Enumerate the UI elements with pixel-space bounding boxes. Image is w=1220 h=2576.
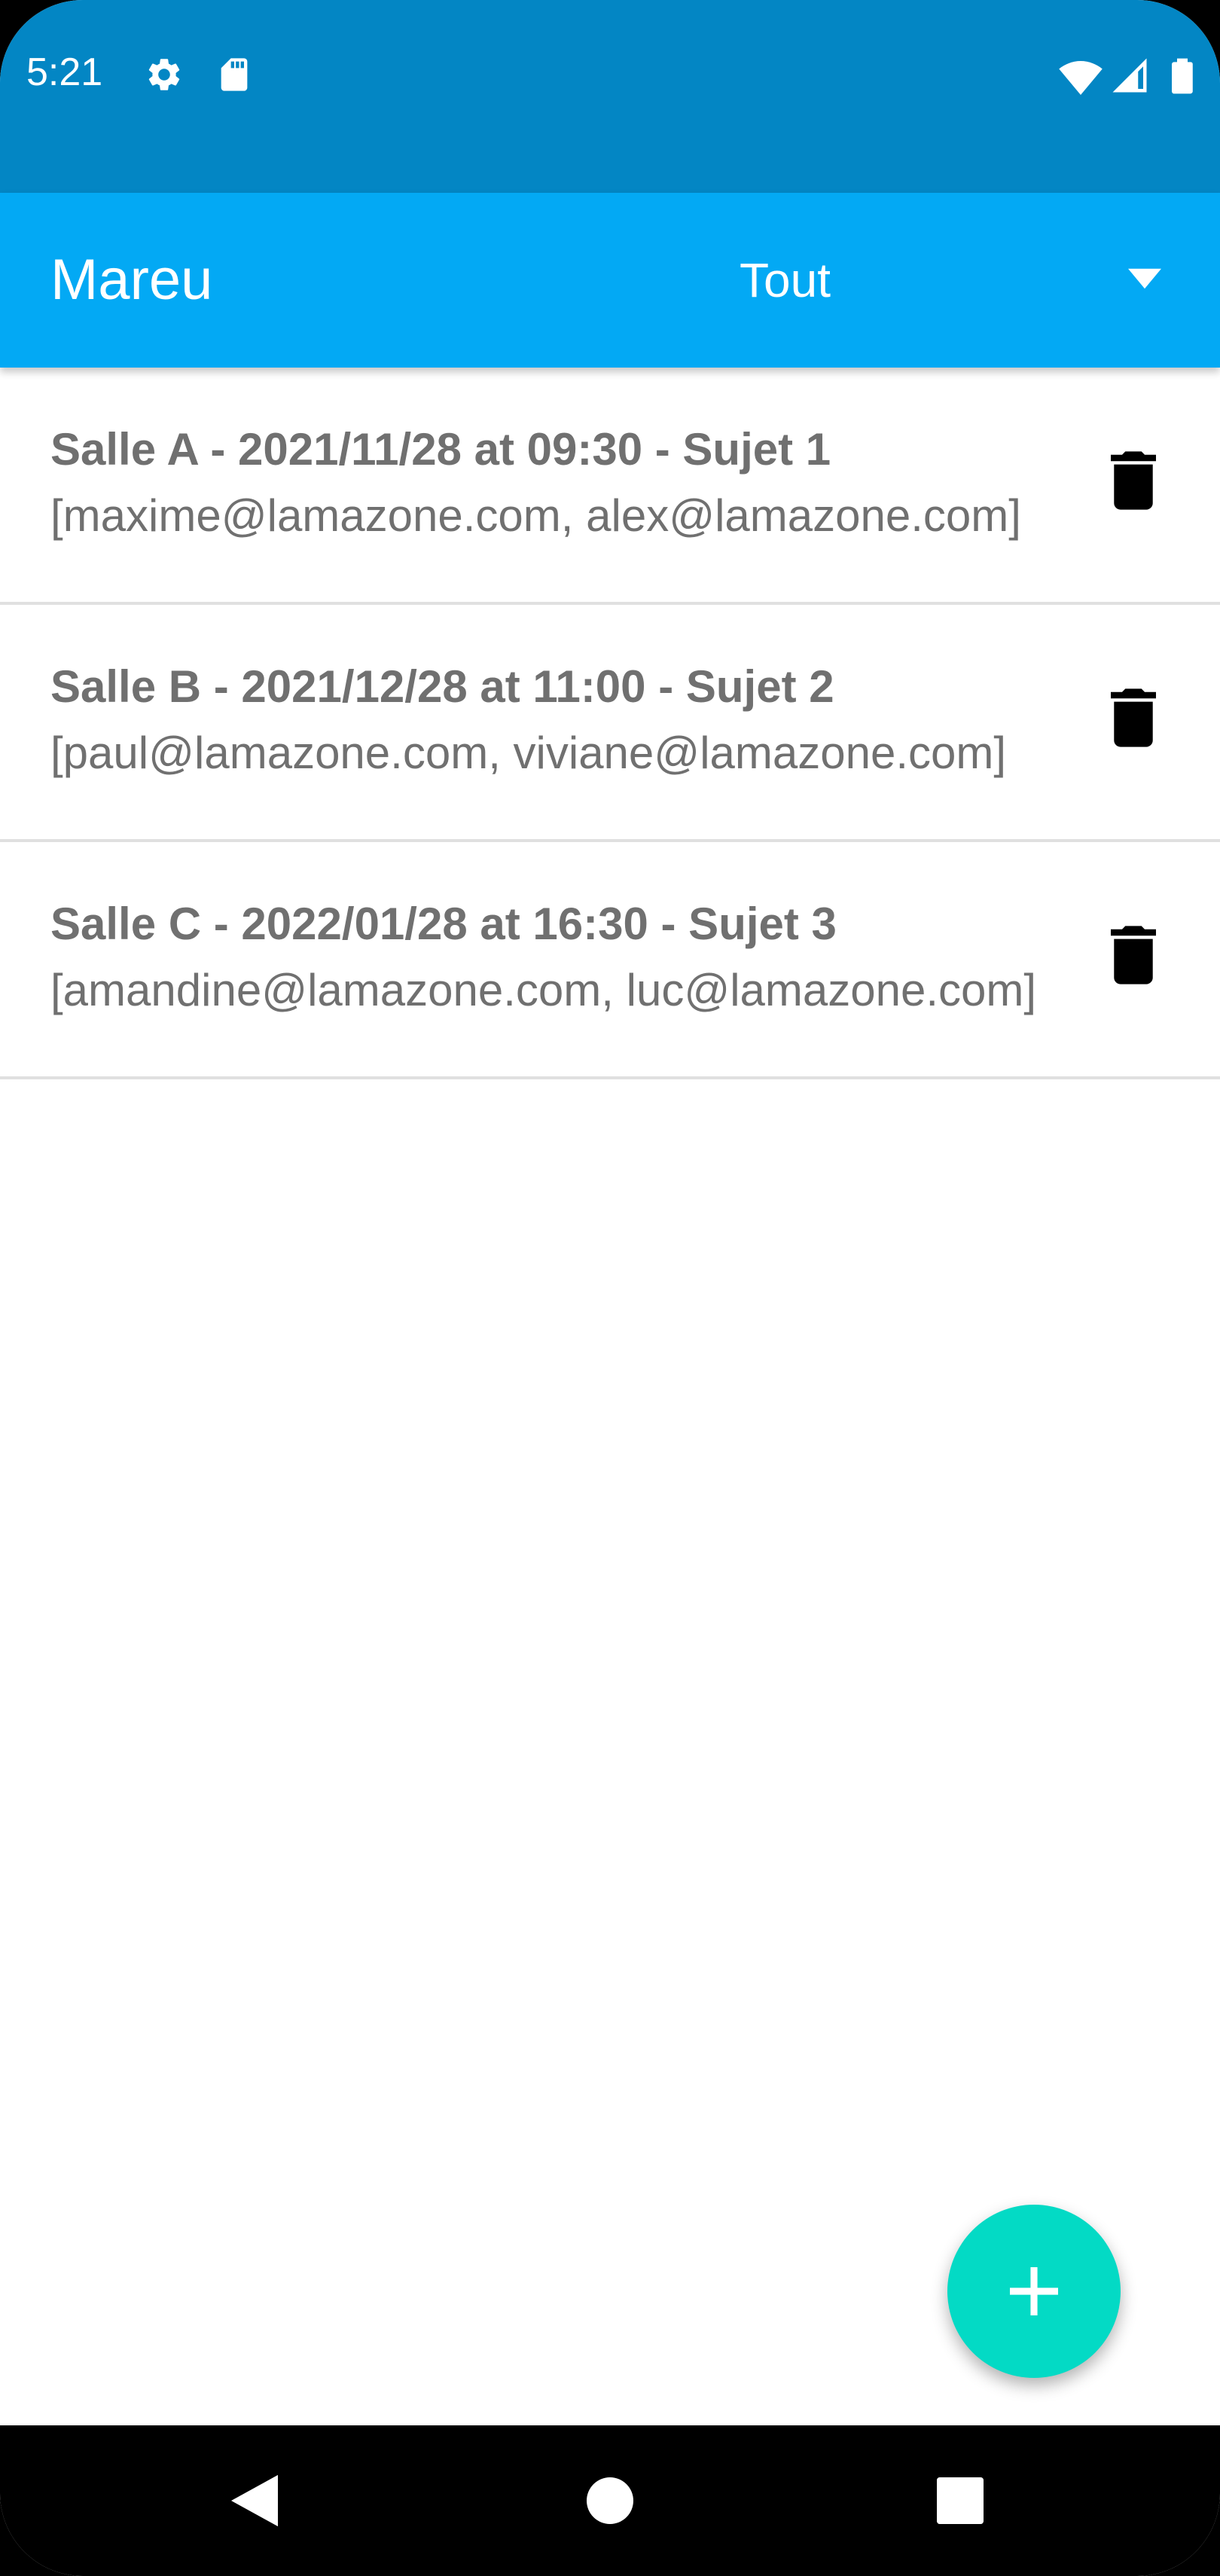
back-icon	[231, 2474, 278, 2527]
meeting-participants: [amandine@lamazone.com, luc@lamazone.com…	[50, 966, 1037, 1015]
navigation-bar	[0, 2425, 1220, 2576]
recents-icon	[937, 2477, 984, 2524]
delete-button[interactable]	[1100, 443, 1167, 518]
delete-button[interactable]	[1100, 680, 1167, 755]
app-title: Mareu	[50, 248, 213, 312]
home-icon	[587, 2477, 633, 2524]
trash-icon	[1111, 688, 1156, 747]
meeting-list-item[interactable]: Salle B - 2021/12/28 at 11:00 - Sujet 2 …	[0, 605, 1220, 842]
meeting-list: Salle A - 2021/11/28 at 09:30 - Sujet 1 …	[0, 368, 1220, 1079]
status-time: 5:21	[26, 50, 103, 94]
meeting-participants: [paul@lamazone.com, viviane@lamazone.com…	[50, 728, 1007, 778]
battery-icon	[1172, 58, 1193, 94]
wifi-icon	[1059, 61, 1103, 95]
trash-icon	[1111, 451, 1156, 510]
sd-card-icon	[221, 58, 248, 91]
add-meeting-button[interactable]	[947, 2205, 1121, 2378]
recents-button[interactable]	[885, 2425, 1035, 2576]
meeting-title: Salle A - 2021/11/28 at 09:30 - Sujet 1	[50, 425, 831, 475]
meeting-title: Salle C - 2022/01/28 at 16:30 - Sujet 3	[50, 899, 837, 949]
home-button[interactable]	[535, 2425, 685, 2576]
signal-icon	[1112, 58, 1147, 93]
dropdown-arrow-icon	[1128, 268, 1161, 289]
filter-selected-value: Tout	[740, 253, 831, 307]
filter-dropdown[interactable]: Tout	[708, 193, 1190, 368]
app-bar: Mareu Tout	[0, 193, 1220, 368]
meeting-list-item[interactable]: Salle A - 2021/11/28 at 09:30 - Sujet 1 …	[0, 368, 1220, 605]
plus-icon	[1010, 2267, 1058, 2315]
delete-button[interactable]	[1100, 917, 1167, 993]
meeting-participants: [maxime@lamazone.com, alex@lamazone.com]	[50, 491, 1021, 541]
status-bar: 5:21	[0, 0, 1220, 193]
trash-icon	[1111, 926, 1156, 984]
meeting-title: Salle B - 2021/12/28 at 11:00 - Sujet 2	[50, 662, 834, 712]
settings-icon	[148, 59, 180, 90]
meeting-list-item[interactable]: Salle C - 2022/01/28 at 16:30 - Sujet 3 …	[0, 842, 1220, 1079]
screen: 5:21 Mareu Tout Salle A - 2021/11/28 at …	[0, 0, 1220, 2576]
back-button[interactable]	[179, 2425, 330, 2576]
